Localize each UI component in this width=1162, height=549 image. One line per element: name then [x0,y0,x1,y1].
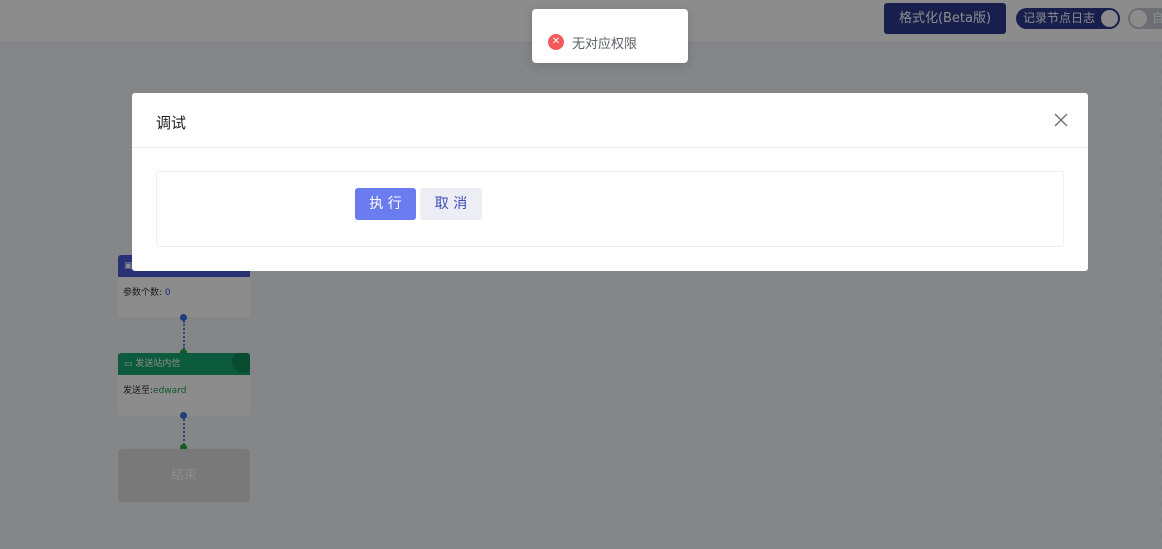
error-toast: ✕ 无对应权限 [532,9,688,63]
dialog-title: 调试 [156,114,187,132]
debug-dialog: 调试 执 行 取 消 [132,93,1088,271]
cancel-button[interactable]: 取 消 [420,188,482,220]
close-icon[interactable] [1052,111,1070,129]
error-icon: ✕ [548,34,564,50]
toast-message: 无对应权限 [572,37,638,52]
dialog-body: 执 行 取 消 [156,171,1064,247]
modal-overlay[interactable] [0,0,1162,549]
dialog-header: 调试 [132,93,1088,148]
execute-button[interactable]: 执 行 [355,188,416,220]
